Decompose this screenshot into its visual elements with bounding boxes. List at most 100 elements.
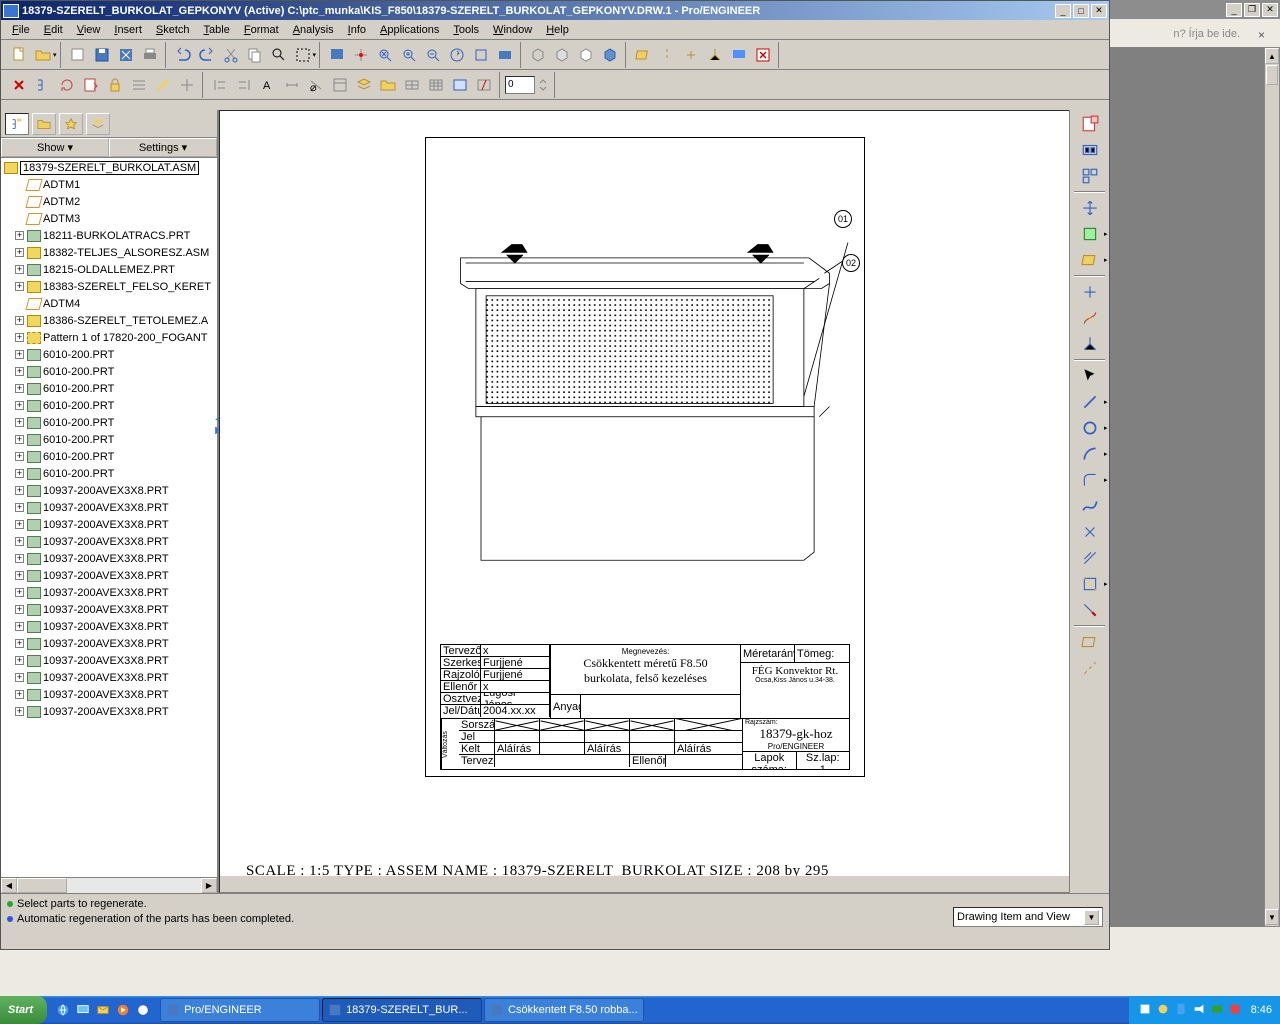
menu-insert[interactable]: Insert — [107, 22, 149, 38]
text-icon[interactable]: A — [257, 74, 279, 96]
start-button[interactable]: Start — [0, 996, 47, 1024]
expand-icon[interactable]: + — [15, 248, 24, 257]
offset-tool-icon[interactable] — [1077, 546, 1103, 570]
refit-icon[interactable] — [446, 44, 468, 66]
expand-icon[interactable]: + — [15, 520, 24, 529]
expand-icon[interactable]: + — [15, 639, 24, 648]
outer-minimize-button[interactable]: _ — [1226, 3, 1242, 17]
tree-item[interactable]: +18383-SZERELT_FELSO_KERET — [1, 278, 217, 295]
annotation-icon[interactable] — [728, 44, 750, 66]
close-window-icon[interactable] — [752, 44, 774, 66]
expand-icon[interactable]: + — [15, 350, 24, 359]
expand-icon[interactable]: + — [15, 401, 24, 410]
expand-icon[interactable]: + — [15, 231, 24, 240]
general-view-icon[interactable] — [1077, 138, 1103, 162]
tree-item[interactable]: +6010-200.PRT — [1, 448, 217, 465]
arrow-tool-icon[interactable] — [1077, 364, 1103, 388]
tree-item[interactable]: +10937-200AVEX3X8.PRT — [1, 499, 217, 516]
expand-icon[interactable]: + — [15, 486, 24, 495]
expand-icon[interactable]: + — [15, 673, 24, 682]
expand-icon[interactable]: + — [15, 588, 24, 597]
menu-applications[interactable]: Applications — [373, 22, 446, 38]
tree-item[interactable]: +6010-200.PRT — [1, 431, 217, 448]
menu-analysis[interactable]: Analysis — [286, 22, 341, 38]
outlook-icon[interactable] — [94, 1000, 112, 1020]
format-icon[interactable] — [329, 74, 351, 96]
menu-help[interactable]: Help — [539, 22, 576, 38]
chain-icon[interactable] — [1077, 306, 1103, 330]
tree-item[interactable]: +6010-200.PRT — [1, 363, 217, 380]
select-icon[interactable] — [292, 44, 314, 66]
expand-icon[interactable]: + — [15, 690, 24, 699]
outer-close-button[interactable]: ✕ — [1262, 3, 1278, 17]
show-button[interactable]: Show ▾ — [1, 138, 109, 157]
model-tree[interactable]: 18379-SZERELT_BURKOLAT.ASM ADTM1ADTM2ADT… — [1, 158, 217, 877]
scroll-thumb[interactable] — [1266, 65, 1278, 85]
highlight-icon[interactable] — [152, 74, 174, 96]
tree-item[interactable]: +6010-200.PRT — [1, 414, 217, 431]
tree-root[interactable]: 18379-SZERELT_BURKOLAT.ASM — [1, 159, 217, 176]
expand-icon[interactable]: + — [15, 571, 24, 580]
datum-axis-icon[interactable] — [656, 44, 678, 66]
table-icon[interactable] — [425, 74, 447, 96]
expand-icon[interactable]: + — [15, 452, 24, 461]
scroll-down-icon[interactable]: ▼ — [1265, 909, 1279, 925]
copy-icon[interactable] — [244, 44, 266, 66]
hscroll-thumb[interactable] — [17, 878, 67, 893]
expand-icon[interactable]: + — [15, 333, 24, 342]
tree-item[interactable]: ADTM4 — [1, 295, 217, 312]
menu-format[interactable]: Format — [237, 22, 286, 38]
point-tool-icon[interactable] — [1077, 520, 1103, 544]
no-hidden-icon[interactable] — [575, 44, 597, 66]
outer-restore-button[interactable]: ❐ — [1244, 3, 1260, 17]
scroll-right-icon[interactable]: ▶ — [201, 878, 217, 893]
expand-icon[interactable]: + — [15, 265, 24, 274]
tree-item[interactable]: +10937-200AVEX3X8.PRT — [1, 533, 217, 550]
outer-vertical-scrollbar[interactable]: ▲ ▼ — [1264, 47, 1280, 927]
tree-item[interactable]: +10937-200AVEX3X8.PRT — [1, 601, 217, 618]
zoom-in-icon[interactable] — [398, 44, 420, 66]
menu-edit[interactable]: Edit — [37, 22, 70, 38]
expand-icon[interactable]: + — [15, 554, 24, 563]
move-special-icon[interactable] — [1077, 196, 1103, 220]
open-file-icon[interactable] — [32, 44, 54, 66]
line-tool-icon[interactable] — [1077, 390, 1103, 414]
expand-icon[interactable]: + — [15, 367, 24, 376]
tray-icon[interactable] — [1192, 1002, 1208, 1018]
minimize-button[interactable]: _ — [1055, 4, 1071, 18]
stepper-icon[interactable] — [536, 74, 550, 96]
align-right-icon[interactable] — [233, 74, 255, 96]
balloon-02[interactable]: 02 — [842, 254, 860, 272]
spin-center-icon[interactable] — [350, 44, 372, 66]
tray-icon[interactable] — [1156, 1002, 1172, 1018]
datum-icon[interactable] — [1077, 248, 1103, 272]
print-icon[interactable] — [139, 44, 161, 66]
drawing-canvas[interactable]: 01 02 Tervezőx SzerkesztőFurjjené Rajzol… — [219, 110, 1109, 893]
working-dir-icon[interactable] — [67, 44, 89, 66]
cut-icon[interactable] — [220, 44, 242, 66]
menu-window[interactable]: Window — [486, 22, 539, 38]
folder-icon[interactable] — [377, 74, 399, 96]
redo-icon[interactable] — [196, 44, 218, 66]
circle-tool-icon[interactable] — [1077, 416, 1103, 440]
tree-item[interactable]: +18215-OLDALLEMEZ.PRT — [1, 261, 217, 278]
search-close-icon[interactable]: × — [1258, 28, 1265, 42]
csys-icon[interactable] — [1077, 332, 1103, 356]
scroll-left-icon[interactable]: ◀ — [1, 878, 17, 893]
delete-icon[interactable] — [8, 74, 30, 96]
menu-info[interactable]: Info — [341, 22, 373, 38]
taskbar-task[interactable]: Csökkentett F8.50 robba... — [484, 998, 644, 1022]
menu-view[interactable]: View — [70, 22, 108, 38]
expand-icon[interactable]: + — [15, 622, 24, 631]
scroll-up-icon[interactable]: ▲ — [1265, 48, 1279, 64]
settings-button[interactable]: Settings ▾ — [109, 138, 217, 157]
tree-item[interactable]: +18382-TELJES_ALSORESZ.ASM — [1, 244, 217, 261]
model-tree-icon[interactable] — [32, 74, 54, 96]
tree-item[interactable]: +6010-200.PRT — [1, 346, 217, 363]
undo-icon[interactable] — [172, 44, 194, 66]
table-move-icon[interactable] — [401, 74, 423, 96]
tree-item[interactable]: +18386-SZERELT_TETOLEMEZ.A — [1, 312, 217, 329]
point-icon[interactable] — [1077, 280, 1103, 304]
align-left-icon[interactable] — [209, 74, 231, 96]
expand-icon[interactable]: + — [15, 503, 24, 512]
